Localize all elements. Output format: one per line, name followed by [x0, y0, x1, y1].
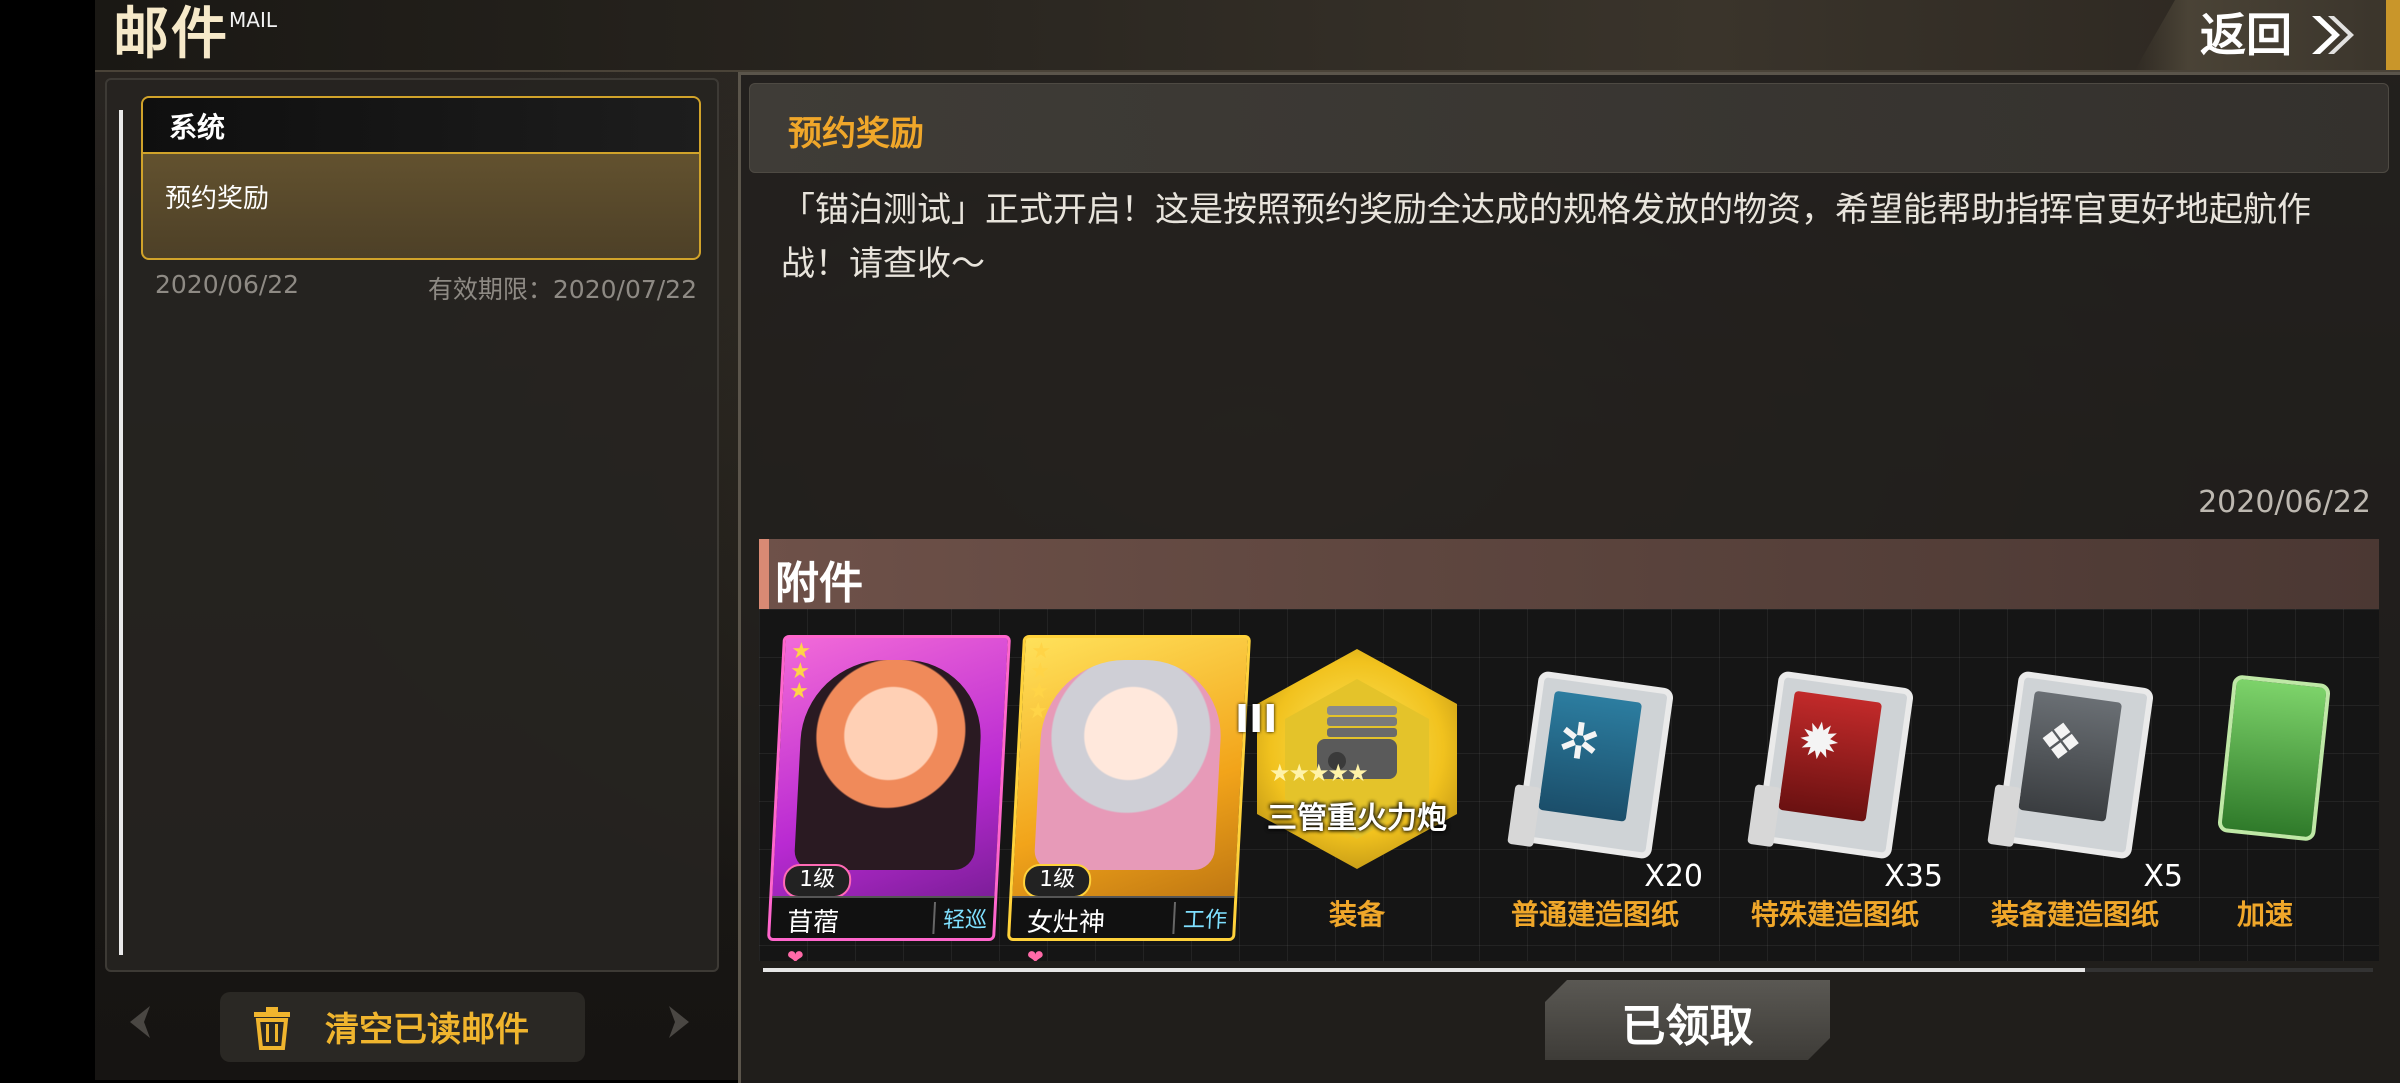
back-label: 返回: [2200, 8, 2292, 62]
mail-detail-subject: 预约奖励: [788, 114, 924, 154]
character-name: 女灶神: [1026, 908, 1106, 938]
attachment-equipment[interactable]: III ★★★★★ 三管重火力炮 装备: [1235, 609, 1475, 961]
heart-icon: ❤: [787, 945, 804, 961]
equipment-stars-icon: ★★★★★: [1269, 759, 1369, 787]
blueprint-blue-icon: ✲: [1507, 670, 1675, 860]
page-title: 邮件: [113, 2, 229, 67]
clear-read-mail-label: 清空已读邮件: [325, 1010, 529, 1050]
item-label: 特殊建造图纸: [1750, 898, 1919, 931]
attachments-scrollbar[interactable]: [763, 968, 2373, 972]
attachment-character[interactable]: ★ ★ ★ 1级 苜蓿 轻巡 ❤: [759, 609, 1012, 961]
attachments-title: 附件: [775, 558, 863, 609]
rarity-stars-icon: ★ ★ ★ ★: [1027, 639, 1052, 724]
item-quantity: X35: [1884, 859, 1943, 894]
chevron-right-icon: [2312, 16, 2354, 54]
mail-subject-bar: 预约奖励: [749, 83, 2389, 173]
mail-screen: 邮件 MAIL 返回 系统 预约奖励 2020/06/22 有效期限：2020/…: [95, 0, 2400, 1083]
character-portrait: [1033, 660, 1225, 870]
crystal-icon: ✹: [1794, 709, 1844, 774]
mail-list-item[interactable]: 系统 预约奖励: [141, 96, 701, 260]
item-label: 普通建造图纸: [1510, 898, 1679, 931]
mail-expire-date: 有效期限：2020/07/22: [427, 275, 697, 304]
character-level: 1级: [1022, 864, 1093, 898]
character-portrait: [793, 660, 985, 870]
equipment-name: 三管重火力炮: [1267, 801, 1447, 836]
rarity-stars-icon: ★ ★ ★: [788, 639, 812, 704]
item-label: 装备建造图纸: [1990, 898, 2159, 931]
mail-detail-date: 2020/06/22: [2198, 485, 2371, 520]
attachment-item[interactable]: ✹ X35 特殊建造图纸: [1715, 609, 1955, 961]
mail-item-header: 系统: [143, 98, 699, 154]
blueprint-red-icon: ✹: [1747, 670, 1915, 860]
attachments-header: 附件: [759, 539, 2379, 609]
blueprint-handle: [1987, 784, 2022, 848]
mail-list-panel: 系统 预约奖励 2020/06/22 有效期限：2020/07/22: [105, 78, 719, 972]
claimed-button[interactable]: 已领取: [1545, 980, 1830, 1060]
equipment-label: 装备: [1328, 898, 1385, 931]
speedup-icon: [2217, 674, 2331, 842]
mail-date: 2020/06/22: [155, 270, 300, 299]
attachment-item[interactable]: ❖ X5 装备建造图纸: [1955, 609, 2195, 961]
top-bar: 邮件 MAIL 返回: [95, 0, 2400, 72]
character-name-bar: 苜蓿 轻巡: [770, 896, 995, 940]
back-stripe: [2386, 0, 2400, 70]
character-type: 轻巡: [932, 902, 989, 934]
clear-read-mail-button[interactable]: 清空已读邮件: [220, 992, 585, 1062]
blueprint-gray-icon: ❖: [1987, 670, 2155, 860]
claimed-label: 已领取: [1621, 1001, 1754, 1052]
equipment-tier: III: [1235, 697, 1278, 741]
blueprint-handle: [1747, 784, 1782, 848]
attachments-stripe: [759, 539, 769, 609]
item-label: 加速: [2236, 898, 2293, 931]
crystal-icon: ❖: [2034, 709, 2087, 774]
next-page-icon[interactable]: [655, 1000, 705, 1050]
mail-body: 「锚泊测试」正式开启！这是按照预约奖励全达成的规格发放的物资，希望能帮助指挥官更…: [781, 190, 2311, 284]
mail-sender: 系统: [169, 111, 226, 144]
back-button[interactable]: 返回: [2135, 0, 2400, 70]
attachment-character[interactable]: ★ ★ ★ ★ 1级 女灶神 工作 ❤: [999, 609, 1252, 961]
trash-icon: [254, 1007, 290, 1050]
heart-icon: ❤: [1027, 945, 1044, 961]
character-level: 1级: [782, 864, 853, 898]
item-quantity: X5: [2143, 859, 2183, 894]
character-card: ★ ★ ★ 1级 苜蓿 轻巡: [766, 635, 1012, 941]
attachments-scrollbar-thumb[interactable]: [763, 968, 2085, 972]
character-name: 苜蓿: [786, 908, 840, 938]
attachment-item[interactable]: 加速: [2195, 609, 2379, 961]
item-quantity: X20: [1644, 859, 1703, 894]
blueprint-handle: [1507, 784, 1542, 848]
crystal-icon: ✲: [1554, 709, 1604, 774]
character-name-bar: 女灶神 工作: [1010, 896, 1235, 940]
attachments-list[interactable]: ★ ★ ★ 1级 苜蓿 轻巡 ❤ ★ ★ ★ ★ 1级 女灶神 工作 ❤ III…: [759, 609, 2379, 961]
mail-subject: 预约奖励: [165, 184, 270, 214]
mail-list-scrollbar[interactable]: [119, 110, 123, 955]
prev-page-icon[interactable]: [120, 1000, 170, 1050]
page-title-en: MAIL: [229, 8, 277, 32]
character-type: 工作: [1172, 902, 1229, 934]
mail-detail-panel: 预约奖励 「锚泊测试」正式开启！这是按照预约奖励全达成的规格发放的物资，希望能帮…: [738, 72, 2400, 1083]
character-card: ★ ★ ★ ★ 1级 女灶神 工作: [1006, 635, 1252, 941]
attachment-item[interactable]: ✲ X20 普通建造图纸: [1475, 609, 1715, 961]
